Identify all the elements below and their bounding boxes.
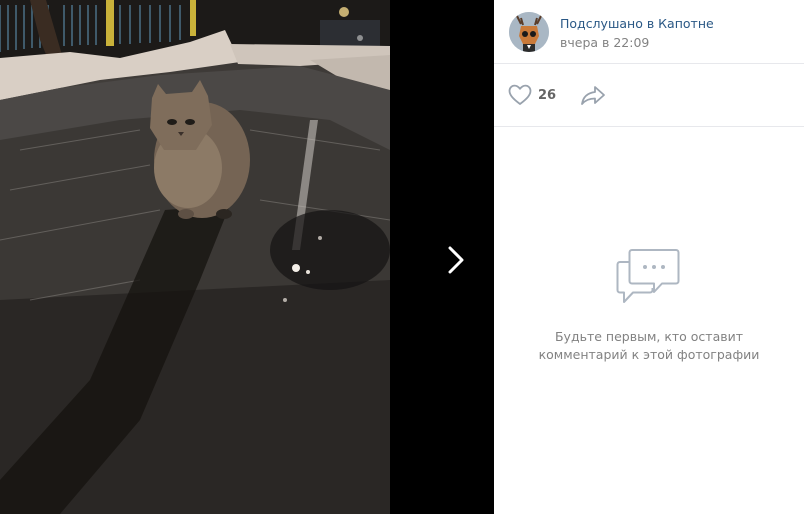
- like-count: 26: [538, 87, 557, 103]
- share-arrow-icon: [581, 86, 605, 105]
- heart-icon: [508, 84, 532, 105]
- empty-comments-text: Будьте первым, кто оставит комментарий к…: [524, 328, 774, 364]
- comments-empty-state: Будьте первым, кто оставит комментарий к…: [494, 127, 804, 514]
- next-photo-button[interactable]: [436, 236, 476, 284]
- empty-comments-line2: комментарий к этой фотографии: [538, 347, 760, 362]
- share-button[interactable]: [580, 82, 608, 108]
- post-actions: 26: [494, 64, 804, 127]
- group-name-link[interactable]: Подслушано в Капотне: [560, 16, 714, 31]
- photo-sidebar: Подслушано в Капотне вчера в 22:09 26 Бу…: [494, 0, 804, 514]
- deer-avatar-icon: [509, 12, 549, 52]
- group-avatar[interactable]: [509, 12, 549, 52]
- post-date[interactable]: вчера в 22:09: [560, 35, 649, 50]
- photo-viewer: [0, 0, 494, 514]
- chat-bubbles-icon: [616, 249, 680, 303]
- like-button[interactable]: 26: [508, 82, 556, 108]
- post-header: Подслушано в Капотне вчера в 22:09: [494, 0, 804, 64]
- post-photo[interactable]: [0, 0, 390, 514]
- chevron-right-icon: [448, 246, 464, 274]
- photo-scene: [0, 0, 390, 514]
- empty-comments-line1: Будьте первым, кто оставит: [554, 329, 744, 344]
